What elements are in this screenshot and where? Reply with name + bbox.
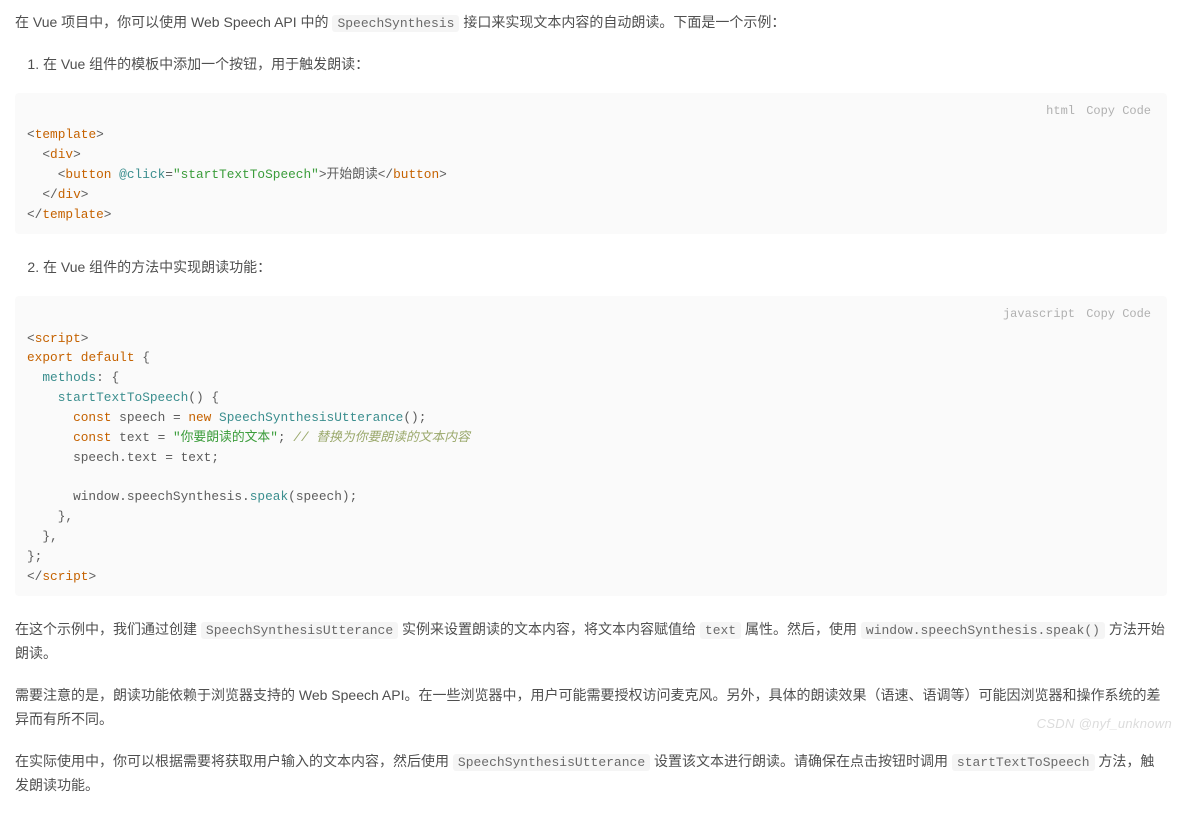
code-content-1[interactable]: <template> <div> <button @click="startTe…: [27, 125, 1155, 224]
intro-post: 接口来实现文本内容的自动朗读。下面是一个示例：: [459, 14, 785, 30]
code-header-1: html Copy Code: [27, 99, 1155, 125]
explain-paragraph-2: 需要注意的是，朗读功能依赖于浏览器支持的 Web Speech API。在一些浏…: [15, 684, 1167, 732]
copy-code-button-2[interactable]: Copy Code: [1086, 307, 1151, 321]
step-list-2: 在 Vue 组件的方法中实现朗读功能：: [15, 256, 1167, 280]
step-list-1: 在 Vue 组件的模板中添加一个按钮，用于触发朗读：: [15, 53, 1167, 77]
article-body: 在 Vue 项目中，你可以使用 Web Speech API 中的 Speech…: [0, 0, 1182, 836]
intro-pre: 在 Vue 项目中，你可以使用 Web Speech API 中的: [15, 14, 332, 30]
code-lang-1: html: [1046, 104, 1075, 118]
step-2: 在 Vue 组件的方法中实现朗读功能：: [43, 256, 1167, 280]
code-block-1: html Copy Code <template> <div> <button …: [15, 93, 1167, 235]
explain-paragraph-3: 在实际使用中，你可以根据需要将获取用户输入的文本内容，然后使用 SpeechSy…: [15, 750, 1167, 798]
intro-paragraph: 在 Vue 项目中，你可以使用 Web Speech API 中的 Speech…: [15, 11, 1167, 35]
explain-paragraph-1: 在这个示例中，我们通过创建 SpeechSynthesisUtterance 实…: [15, 618, 1167, 666]
copy-code-button-1[interactable]: Copy Code: [1086, 104, 1151, 118]
code-ref-speak: window.speechSynthesis.speak(): [861, 622, 1105, 639]
code-ref-text: text: [700, 622, 741, 639]
code-header-2: javascript Copy Code: [27, 302, 1155, 328]
code-block-2: javascript Copy Code <script> export def…: [15, 296, 1167, 596]
code-ref-utterance-2: SpeechSynthesisUtterance: [453, 754, 650, 771]
intro-code: SpeechSynthesis: [332, 15, 459, 32]
code-ref-startfn: startTextToSpeech: [952, 754, 1095, 771]
code-lang-2: javascript: [1003, 307, 1075, 321]
code-ref-utterance: SpeechSynthesisUtterance: [201, 622, 398, 639]
code-content-2[interactable]: <script> export default { methods: { sta…: [27, 329, 1155, 587]
step-1: 在 Vue 组件的模板中添加一个按钮，用于触发朗读：: [43, 53, 1167, 77]
